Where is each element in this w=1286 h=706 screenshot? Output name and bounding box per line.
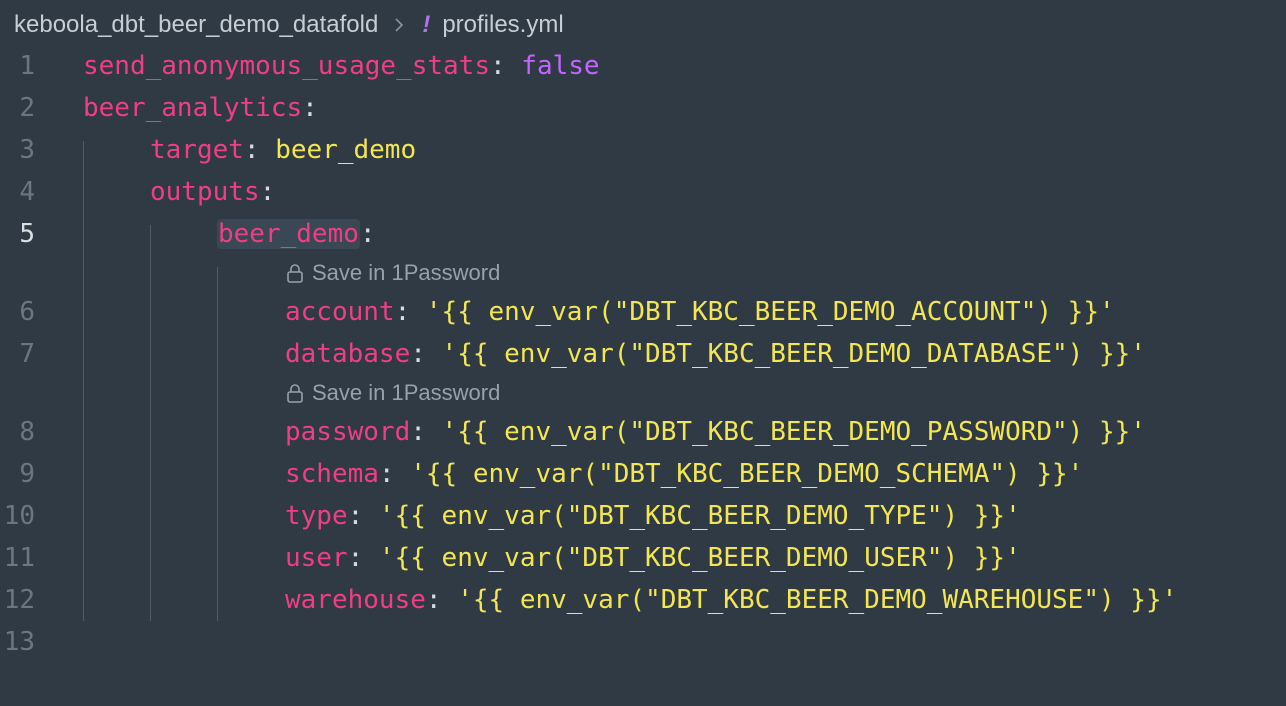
code-line[interactable]: 2 beer_analytics: [0, 87, 1286, 129]
code-line[interactable]: 7 database: '{{ env_var("DBT_KBC_BEER_DE… [0, 333, 1286, 375]
lock-icon [287, 264, 303, 283]
codelens-label: Save in 1Password [312, 260, 501, 285]
yaml-colon: : [359, 219, 376, 249]
line-number: 1 [19, 51, 35, 81]
lock-icon [287, 384, 303, 403]
yaml-colon: : [410, 417, 426, 447]
yaml-key: database [285, 339, 411, 369]
yaml-key: target [150, 135, 244, 165]
save-in-1password-link[interactable]: Save in 1Password [286, 373, 500, 413]
code-line[interactable]: 11 user: '{{ env_var("DBT_KBC_BEER_DEMO_… [0, 537, 1286, 579]
code-line-current[interactable]: 5 beer_demo: [0, 213, 1286, 255]
code-line[interactable]: 3 target: beer_demo [0, 129, 1286, 171]
yaml-key: beer_analytics [83, 93, 303, 123]
yaml-file-icon: ! [422, 11, 431, 38]
yaml-colon: : [347, 543, 364, 573]
line-number: 5 [19, 219, 35, 249]
yaml-boolean-value: false [505, 51, 600, 81]
line-number: 2 [19, 93, 35, 123]
line-number: 7 [19, 339, 35, 369]
code-line[interactable]: 8 password: '{{ env_var("DBT_KBC_BEER_DE… [0, 411, 1286, 453]
yaml-string-value: beer_demo [259, 135, 417, 165]
line-number: 12 [3, 585, 35, 615]
line-number: 4 [19, 177, 35, 207]
yaml-string-value: '{{ env_var("DBT_KBC_BEER_DEMO_TYPE") }}… [363, 501, 1021, 531]
yaml-colon: : [410, 339, 426, 369]
yaml-key: account [285, 297, 395, 327]
code-line[interactable]: 9 schema: '{{ env_var("DBT_KBC_BEER_DEMO… [0, 453, 1286, 495]
yaml-key-highlighted: beer_demo [217, 219, 360, 249]
code-line[interactable]: 10 type: '{{ env_var("DBT_KBC_BEER_DEMO_… [0, 495, 1286, 537]
yaml-colon: : [259, 177, 276, 207]
yaml-key: warehouse [285, 585, 426, 615]
yaml-string-value: '{{ env_var("DBT_KBC_BEER_DEMO_DATABASE"… [425, 339, 1146, 369]
yaml-colon: : [347, 501, 364, 531]
chevron-right-icon [395, 18, 404, 32]
code-line[interactable]: 13 [0, 621, 1286, 663]
yaml-key: send_anonymous_usage_stats [83, 51, 490, 81]
line-number: 8 [19, 417, 35, 447]
breadcrumb-folder[interactable]: keboola_dbt_beer_demo_datafold [14, 11, 378, 39]
line-number: 11 [3, 543, 35, 573]
codelens-label: Save in 1Password [312, 380, 501, 405]
breadcrumb: keboola_dbt_beer_demo_datafold ! profile… [0, 0, 1286, 50]
yaml-colon: : [378, 459, 395, 489]
yaml-colon: : [394, 297, 411, 327]
yaml-key: type [285, 501, 348, 531]
code-line[interactable]: 1 send_anonymous_usage_stats: false [0, 45, 1286, 87]
yaml-key: user [285, 543, 348, 573]
yaml-string-value: '{{ env_var("DBT_KBC_BEER_DEMO_ACCOUNT")… [410, 297, 1115, 327]
code-line[interactable]: 6 account: '{{ env_var("DBT_KBC_BEER_DEM… [0, 291, 1286, 333]
yaml-key: outputs [150, 177, 260, 207]
yaml-colon: : [425, 585, 442, 615]
yaml-string-value: '{{ env_var("DBT_KBC_BEER_DEMO_WAREHOUSE… [441, 585, 1178, 615]
code-line[interactable]: 12 warehouse: '{{ env_var("DBT_KBC_BEER_… [0, 579, 1286, 621]
yaml-key: password [285, 417, 411, 447]
line-number: 13 [3, 627, 35, 657]
yaml-colon: : [490, 51, 506, 81]
yaml-string-value: '{{ env_var("DBT_KBC_BEER_DEMO_SCHEMA") … [394, 459, 1084, 489]
line-number: 6 [19, 297, 35, 327]
line-number: 9 [19, 459, 35, 489]
yaml-string-value: '{{ env_var("DBT_KBC_BEER_DEMO_USER") }}… [363, 543, 1021, 573]
save-in-1password-link[interactable]: Save in 1Password [286, 253, 500, 293]
yaml-key: schema [285, 459, 379, 489]
yaml-colon: : [243, 135, 260, 165]
line-number: 10 [3, 501, 35, 531]
yaml-string-value: '{{ env_var("DBT_KBC_BEER_DEMO_PASSWORD"… [425, 417, 1146, 447]
line-number: 3 [19, 135, 35, 165]
breadcrumb-file[interactable]: profiles.yml [442, 11, 563, 39]
code-line[interactable]: 4 outputs: [0, 171, 1286, 213]
yaml-colon: : [302, 93, 318, 123]
